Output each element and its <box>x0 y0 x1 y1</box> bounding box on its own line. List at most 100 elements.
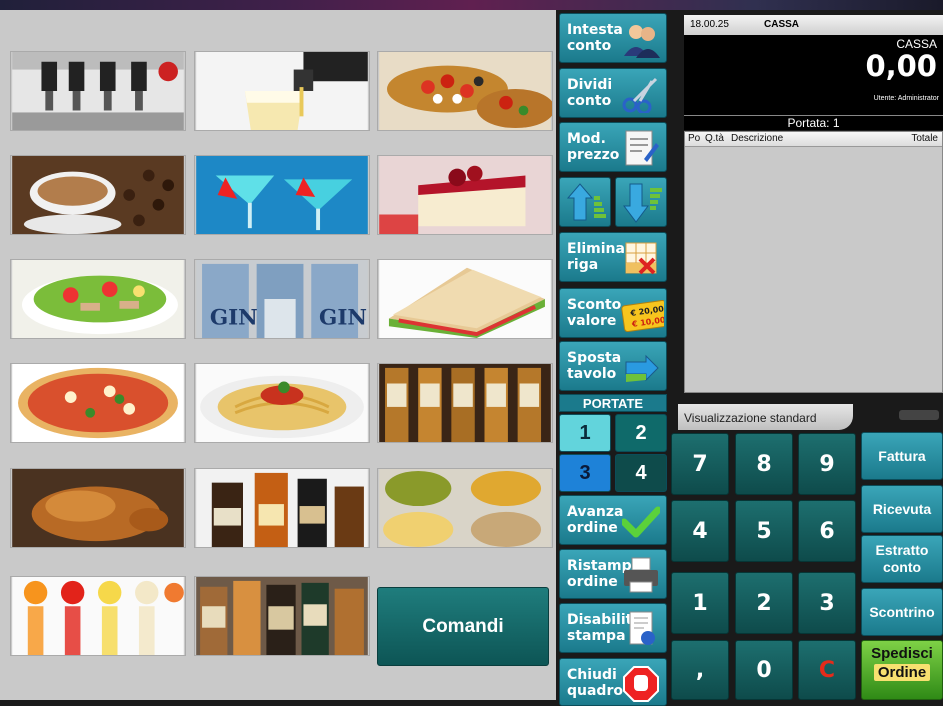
label-line2: ordine <box>567 520 618 536</box>
move-up-button[interactable] <box>559 177 611 227</box>
key-0[interactable]: 0 <box>735 640 793 700</box>
elimina-riga-button[interactable]: Elimina riga <box>559 232 667 282</box>
svg-text:GIN: GIN <box>210 305 258 330</box>
label-line1: Spedisci <box>871 645 933 662</box>
tab-cassa[interactable]: CASSA <box>764 19 799 30</box>
portata-indicator: Portata: 1 <box>684 115 943 130</box>
product-juices[interactable] <box>10 576 186 656</box>
product-snacks[interactable] <box>377 468 553 548</box>
receipt-disabled-icon <box>629 611 655 645</box>
product-liquor-bottles[interactable] <box>194 468 370 548</box>
product-gin-cans[interactable]: GIN GIN <box>194 259 370 339</box>
portata-4-button[interactable]: 4 <box>615 454 667 492</box>
product-cake[interactable] <box>377 155 553 235</box>
portata-3-button[interactable]: 3 <box>559 454 611 492</box>
label-line2: conto <box>567 38 612 54</box>
label-line2: valore <box>567 313 617 329</box>
product-drink-dispenser[interactable] <box>10 51 186 131</box>
key-5[interactable]: 5 <box>735 500 793 562</box>
function-column: Intesta conto Dividi conto Mod. prezzo Elim… <box>556 10 670 706</box>
product-bruschetta[interactable] <box>377 51 553 131</box>
register-tabbar: 18.00.25 CASSA <box>684 15 943 35</box>
amount-display: CASSA 0,00 Utente: Administrator <box>684 35 943 115</box>
people-icon <box>624 25 660 58</box>
product-pizza[interactable] <box>10 363 186 443</box>
move-down-button[interactable] <box>615 177 667 227</box>
label-line1: Mod. <box>567 131 606 147</box>
dividi-conto-button[interactable]: Dividi conto <box>559 68 667 118</box>
product-beer-tap[interactable] <box>194 51 370 131</box>
key-2[interactable]: 2 <box>735 572 793 634</box>
product-spirits[interactable] <box>194 576 370 656</box>
product-whisky-bottles[interactable] <box>377 363 553 443</box>
estratto-conto-button[interactable]: Estratto conto <box>861 535 943 583</box>
order-list-header: Po Q.tà Descrizione Totale <box>685 132 942 147</box>
checkmark-icon <box>622 506 660 538</box>
label-line1: Avanza <box>567 504 624 520</box>
tab-time: 18.00.25 <box>690 19 729 30</box>
product-coffee[interactable] <box>10 155 186 235</box>
sconto-valore-button[interactable]: Sconto valore € 20,00 € 10,00 <box>559 288 667 338</box>
product-salad[interactable] <box>10 259 186 339</box>
svg-text:GIN: GIN <box>319 305 367 330</box>
view-mode-label[interactable]: Visualizzazione standard <box>678 404 853 430</box>
key-9[interactable]: 9 <box>798 433 856 495</box>
label-line1: Sconto <box>567 297 622 313</box>
product-grid: GIN GIN Comandi <box>0 10 556 700</box>
ristampa-ordine-button[interactable]: Ristampa ordine <box>559 549 667 599</box>
user-label: Utente: Administrator <box>873 95 939 102</box>
key-4[interactable]: 4 <box>671 500 729 562</box>
register-panel: 18.00.25 CASSA CASSA 0,00 Utente: Admini… <box>670 10 943 430</box>
label-line2: Ordine <box>874 664 930 681</box>
col-qta: Q.tà <box>705 133 724 144</box>
discount-tag-icon: € 20,00€ 10,00 <box>621 299 664 333</box>
product-sandwich[interactable] <box>377 259 553 339</box>
view-mode-bar: Visualizzazione standard <box>670 402 943 432</box>
label-line1: Sposta <box>567 350 622 366</box>
product-roast-chicken[interactable] <box>10 468 186 548</box>
key-8[interactable]: 8 <box>735 433 793 495</box>
spedisci-ordine-button[interactable]: Spedisci Ordine <box>861 640 943 700</box>
portate-title: PORTATE <box>559 394 667 412</box>
label-line1: Chiudi <box>567 667 617 683</box>
portata-2-button[interactable]: 2 <box>615 414 667 452</box>
scontrino-button[interactable]: Scontrino <box>861 588 943 636</box>
key-6[interactable]: 6 <box>798 500 856 562</box>
chiudi-quadro-button[interactable]: Chiudi quadro <box>559 658 667 706</box>
key-comma[interactable]: , <box>671 640 729 700</box>
product-cocktail[interactable] <box>194 155 370 235</box>
label-line2: quadro <box>567 683 623 699</box>
disabilita-stampa-button[interactable]: Disabilita stampa <box>559 603 667 653</box>
order-list[interactable]: Po Q.tà Descrizione Totale <box>684 131 943 393</box>
col-po: Po <box>688 133 701 144</box>
stop-hand-icon <box>623 666 659 702</box>
fattura-button[interactable]: Fattura <box>861 432 943 480</box>
avanza-ordine-button[interactable]: Avanza ordine <box>559 495 667 545</box>
comandi-button[interactable]: Comandi <box>377 587 549 666</box>
label-line2: conto <box>567 93 612 109</box>
printer-icon <box>624 557 658 593</box>
move-arrow-icon <box>625 354 659 382</box>
arrow-down-icon <box>623 183 662 223</box>
view-toggle-icon[interactable] <box>899 410 939 420</box>
key-7[interactable]: 7 <box>671 433 729 495</box>
scissors-icon <box>622 77 658 113</box>
key-1[interactable]: 1 <box>671 572 729 634</box>
portata-1-button[interactable]: 1 <box>559 414 611 452</box>
amount-value: 0,00 <box>865 49 937 83</box>
label-line2: riga <box>567 257 599 273</box>
mod-prezzo-button[interactable]: Mod. prezzo <box>559 122 667 172</box>
col-descrizione: Descrizione <box>731 133 784 144</box>
key-3[interactable]: 3 <box>798 572 856 634</box>
intesta-conto-button[interactable]: Intesta conto <box>559 13 667 63</box>
label-line2: tavolo <box>567 366 617 382</box>
label-line1: Intesta <box>567 22 623 38</box>
label-line2: prezzo <box>567 147 620 163</box>
arrow-up-icon <box>566 183 606 221</box>
col-totale: Totale <box>911 133 938 144</box>
label-line1: Estratto <box>875 542 929 558</box>
product-spaghetti[interactable] <box>194 363 370 443</box>
ricevuta-button[interactable]: Ricevuta <box>861 485 943 533</box>
key-clear[interactable]: C <box>798 640 856 700</box>
sposta-tavolo-button[interactable]: Sposta tavolo <box>559 341 667 391</box>
